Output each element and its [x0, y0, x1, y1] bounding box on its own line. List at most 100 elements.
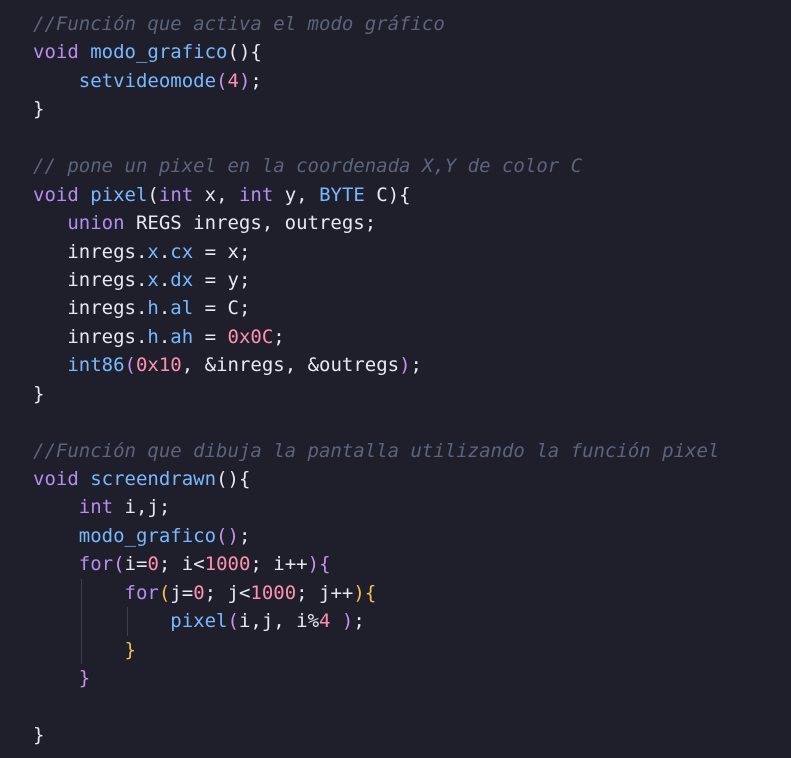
code-line[interactable]: pixel(i,j, i%4 ); — [33, 607, 791, 636]
indent-guide — [127, 607, 128, 636]
code-token: i,j, i% — [238, 610, 320, 633]
code-token: i= — [124, 553, 148, 576]
code-line[interactable]: inregs.x.dx = y; — [33, 266, 791, 294]
code-token: } — [124, 638, 136, 661]
code-token: void — [33, 41, 79, 64]
indent-guide — [81, 578, 82, 608]
code-token: //Función que activa el modo gráfico — [33, 13, 445, 35]
code-token: x, — [193, 183, 239, 206]
code-token: union — [67, 212, 125, 235]
code-token: pixel — [90, 183, 148, 206]
code-token: ( — [216, 69, 228, 92]
code-line[interactable]: } — [33, 721, 791, 749]
code-token: , &inregs, &outregs — [181, 354, 400, 377]
code-token: = — [193, 325, 228, 348]
code-line[interactable]: for(i=0; i<1000; i++){ — [33, 550, 791, 578]
code-line[interactable]: void pixel(int x, int y, BYTE C){ — [33, 181, 791, 209]
code-token: ( — [113, 553, 125, 576]
code-token: 4 — [319, 610, 331, 633]
code-token: h — [147, 297, 159, 320]
code-token: ( — [158, 581, 171, 604]
code-line[interactable]: //Función que activa el modo gráfico — [33, 10, 791, 38]
code-line[interactable]: int i,j; — [33, 493, 791, 521]
code-line[interactable]: inregs.x.cx = x; — [33, 238, 791, 266]
code-token: int86 — [67, 354, 125, 377]
code-token: y, — [273, 183, 320, 206]
code-token: ah — [170, 325, 194, 348]
code-token: ( — [227, 610, 239, 633]
code-line[interactable]: setvideomode(4); — [33, 67, 791, 95]
code-line[interactable] — [33, 408, 791, 436]
code-token: ; — [353, 610, 365, 633]
code-line[interactable] — [33, 693, 791, 721]
code-token: inregs. — [33, 297, 148, 320]
code-token: j= — [170, 581, 194, 604]
code-line[interactable]: void modo_grafico(){ — [33, 38, 791, 66]
code-token: 4 — [227, 69, 239, 92]
code-block[interactable]: //Función que activa el modo gráfico void… — [33, 10, 791, 749]
code-token: } — [33, 723, 45, 746]
code-token: = C; — [193, 297, 251, 320]
indent-guide — [81, 607, 82, 636]
code-token: modo_grafico — [90, 41, 228, 64]
code-line[interactable]: void screendrawn(){ — [33, 465, 791, 493]
code-token: 1000 — [204, 553, 251, 576]
code-line[interactable]: modo_grafico(); — [33, 522, 791, 550]
code-line[interactable]: //Función que dibuja la pantalla utiliza… — [33, 437, 791, 465]
code-line[interactable]: union REGS inregs, outregs; — [33, 209, 791, 237]
code-token: (){ — [227, 41, 262, 64]
code-token: ; — [250, 69, 262, 92]
code-token: 0x0C — [227, 325, 274, 348]
code-line[interactable] — [33, 124, 791, 152]
code-token: pixel — [170, 610, 228, 633]
code-token: i,j; — [113, 496, 171, 519]
code-token: setvideomode — [78, 69, 217, 92]
code-token: ){ — [307, 553, 331, 576]
code-token: // pone un pixel en la coordenada X,Y de… — [33, 155, 583, 178]
code-token: } — [33, 98, 45, 121]
code-token: void — [33, 183, 79, 206]
code-token: ; i< — [158, 553, 205, 576]
code-token: dx — [170, 268, 194, 291]
code-token: ; j++ — [296, 581, 354, 604]
indent-guide — [81, 635, 82, 665]
code-token: int — [238, 183, 274, 206]
code-token: 0 — [147, 553, 159, 576]
code-token: for — [78, 553, 114, 576]
code-line[interactable]: inregs.h.ah = 0x0C; — [33, 323, 791, 351]
code-line[interactable]: for(j=0; j<1000; j++){ — [33, 578, 791, 608]
code-token: al — [170, 297, 194, 320]
code-editor[interactable]: //Función que activa el modo gráfico void… — [0, 0, 791, 758]
code-line[interactable]: int86(0x10, &inregs, &outregs); — [33, 351, 791, 379]
code-line[interactable]: } — [33, 664, 791, 692]
code-token: ) — [399, 354, 411, 377]
code-line[interactable]: } — [33, 95, 791, 123]
code-token: modo_grafico — [78, 524, 217, 547]
code-line[interactable]: // pone un pixel en la coordenada X,Y de… — [33, 152, 791, 180]
code-token: x — [147, 240, 159, 263]
code-token: ; — [410, 354, 422, 377]
code-line[interactable]: } — [33, 380, 791, 408]
code-token: inregs. — [33, 268, 148, 291]
code-token: int — [78, 496, 114, 519]
code-token: } — [33, 382, 45, 405]
code-token: ; j< — [204, 581, 251, 604]
code-line[interactable]: inregs.h.al = C; — [33, 294, 791, 322]
code-token: = y; — [193, 268, 251, 291]
code-line[interactable]: } — [33, 635, 791, 665]
code-token: screendrawn — [90, 468, 217, 490]
code-token: } — [78, 667, 91, 690]
code-token: //Función que dibuja la pantalla utiliza… — [33, 439, 720, 462]
code-token: 0x10 — [135, 354, 182, 377]
code-token: . — [158, 325, 171, 348]
code-token: C){ — [364, 183, 411, 206]
